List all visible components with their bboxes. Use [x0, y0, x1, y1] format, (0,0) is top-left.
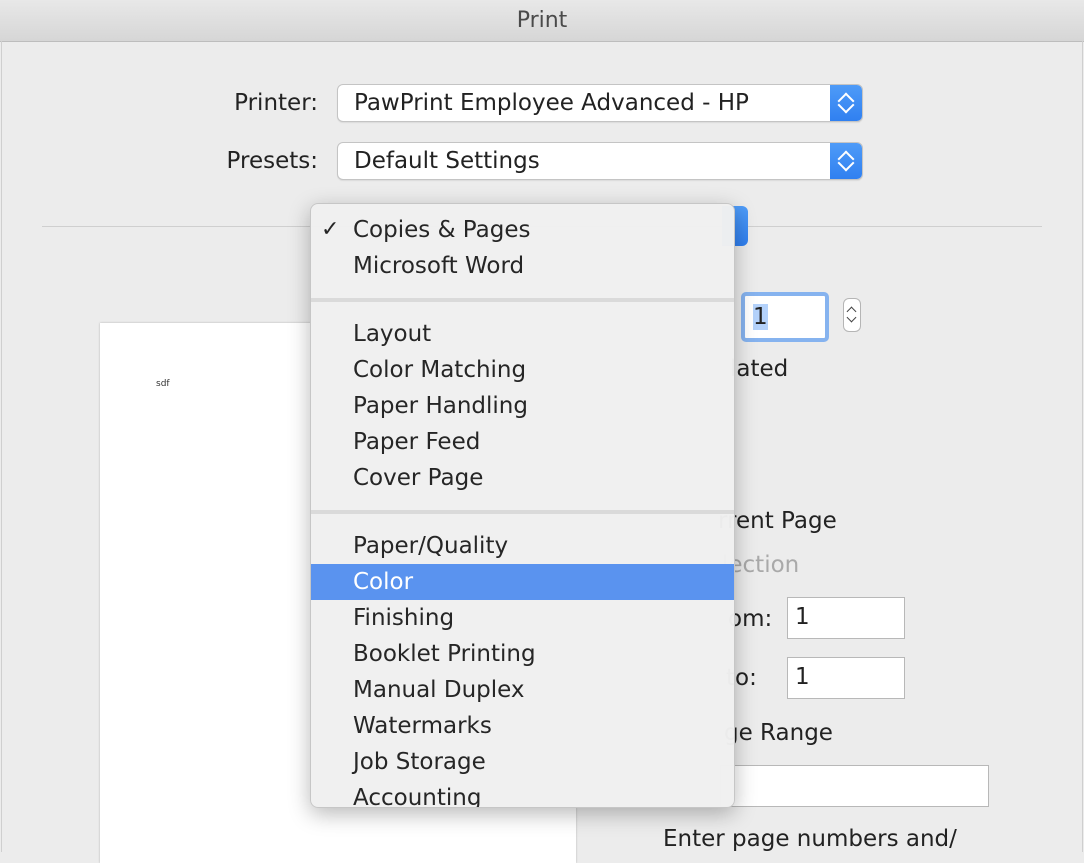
presets-popup[interactable]: Default Settings — [337, 142, 863, 180]
printer-popup[interactable]: PawPrint Employee Advanced - HP — [337, 84, 863, 122]
menu-item-label: Color Matching — [353, 357, 527, 383]
menu-item-paper-quality[interactable]: Paper/Quality — [311, 528, 734, 564]
menu-item-label: Job Storage — [353, 749, 486, 775]
menu-item-label: Booklet Printing — [353, 641, 536, 667]
window-title: Print — [516, 8, 568, 33]
page-range-radio-label[interactable]: ge Range — [724, 720, 833, 746]
menu-item-paper-feed[interactable]: Paper Feed — [311, 424, 734, 460]
menu-item-label: Paper Handling — [353, 393, 528, 419]
up-down-chevron-icon — [830, 143, 862, 179]
menu-item-accounting[interactable]: Accounting — [311, 780, 734, 808]
menu-item-paper-handling[interactable]: Paper Handling — [311, 388, 734, 424]
menu-item-layout[interactable]: Layout — [311, 316, 734, 352]
current-page-radio-label[interactable]: rrent Page — [718, 508, 837, 534]
menu-item-cover-page[interactable]: Cover Page — [311, 460, 734, 496]
from-input[interactable]: 1 — [787, 597, 905, 639]
copies-stepper[interactable] — [843, 298, 861, 332]
page-preview-text: sdf — [156, 379, 170, 389]
menu-item-job-storage[interactable]: Job Storage — [311, 744, 734, 780]
printer-label: Printer: — [234, 90, 318, 116]
printer-value: PawPrint Employee Advanced - HP — [354, 90, 749, 116]
window-right-edge — [1082, 41, 1083, 852]
menu-item-finishing[interactable]: Finishing — [311, 600, 734, 636]
menu-item-microsoft-word[interactable]: Microsoft Word — [311, 248, 734, 284]
menu-item-label: Finishing — [353, 605, 455, 631]
menu-item-label: Cover Page — [353, 465, 484, 491]
copies-value: 1 — [753, 304, 768, 330]
menu-item-label: Watermarks — [353, 713, 492, 739]
menu-item-watermarks[interactable]: Watermarks — [311, 708, 734, 744]
page-range-hint: Enter page numbers and/ — [663, 826, 957, 852]
menu-item-label: Manual Duplex — [353, 677, 525, 703]
menu-item-label: Color — [353, 569, 414, 595]
presets-value: Default Settings — [354, 148, 540, 174]
copies-input[interactable]: 1 — [741, 292, 829, 342]
menu-item-manual-duplex[interactable]: Manual Duplex — [311, 672, 734, 708]
print-options-menu[interactable]: ✓ Copies & Pages Microsoft Word Layout Color… — [310, 203, 735, 808]
menu-item-color[interactable]: Color — [311, 564, 734, 600]
menu-item-label: Microsoft Word — [353, 253, 525, 279]
menu-item-label: Paper/Quality — [353, 533, 509, 559]
window-titlebar: Print — [0, 0, 1084, 42]
menu-item-booklet-printing[interactable]: Booklet Printing — [311, 636, 734, 672]
menu-separator — [311, 298, 734, 302]
menu-item-label: Accounting — [353, 785, 482, 808]
window-left-edge — [1, 41, 2, 852]
menu-item-label: Layout — [353, 321, 432, 347]
menu-item-color-matching[interactable]: Color Matching — [311, 352, 734, 388]
menu-item-label: Paper Feed — [353, 429, 481, 455]
menu-separator — [311, 510, 734, 514]
collated-checkbox-label[interactable]: lated — [730, 356, 788, 382]
chevron-down-icon — [846, 312, 857, 323]
up-down-chevron-icon — [830, 85, 862, 121]
to-input[interactable]: 1 — [787, 657, 905, 699]
page-range-input[interactable] — [720, 765, 989, 807]
checkmark-icon: ✓ — [321, 217, 340, 242]
menu-item-label: Copies & Pages — [353, 217, 531, 243]
menu-item-copies-pages[interactable]: ✓ Copies & Pages — [311, 212, 734, 248]
presets-label: Presets: — [226, 148, 318, 174]
